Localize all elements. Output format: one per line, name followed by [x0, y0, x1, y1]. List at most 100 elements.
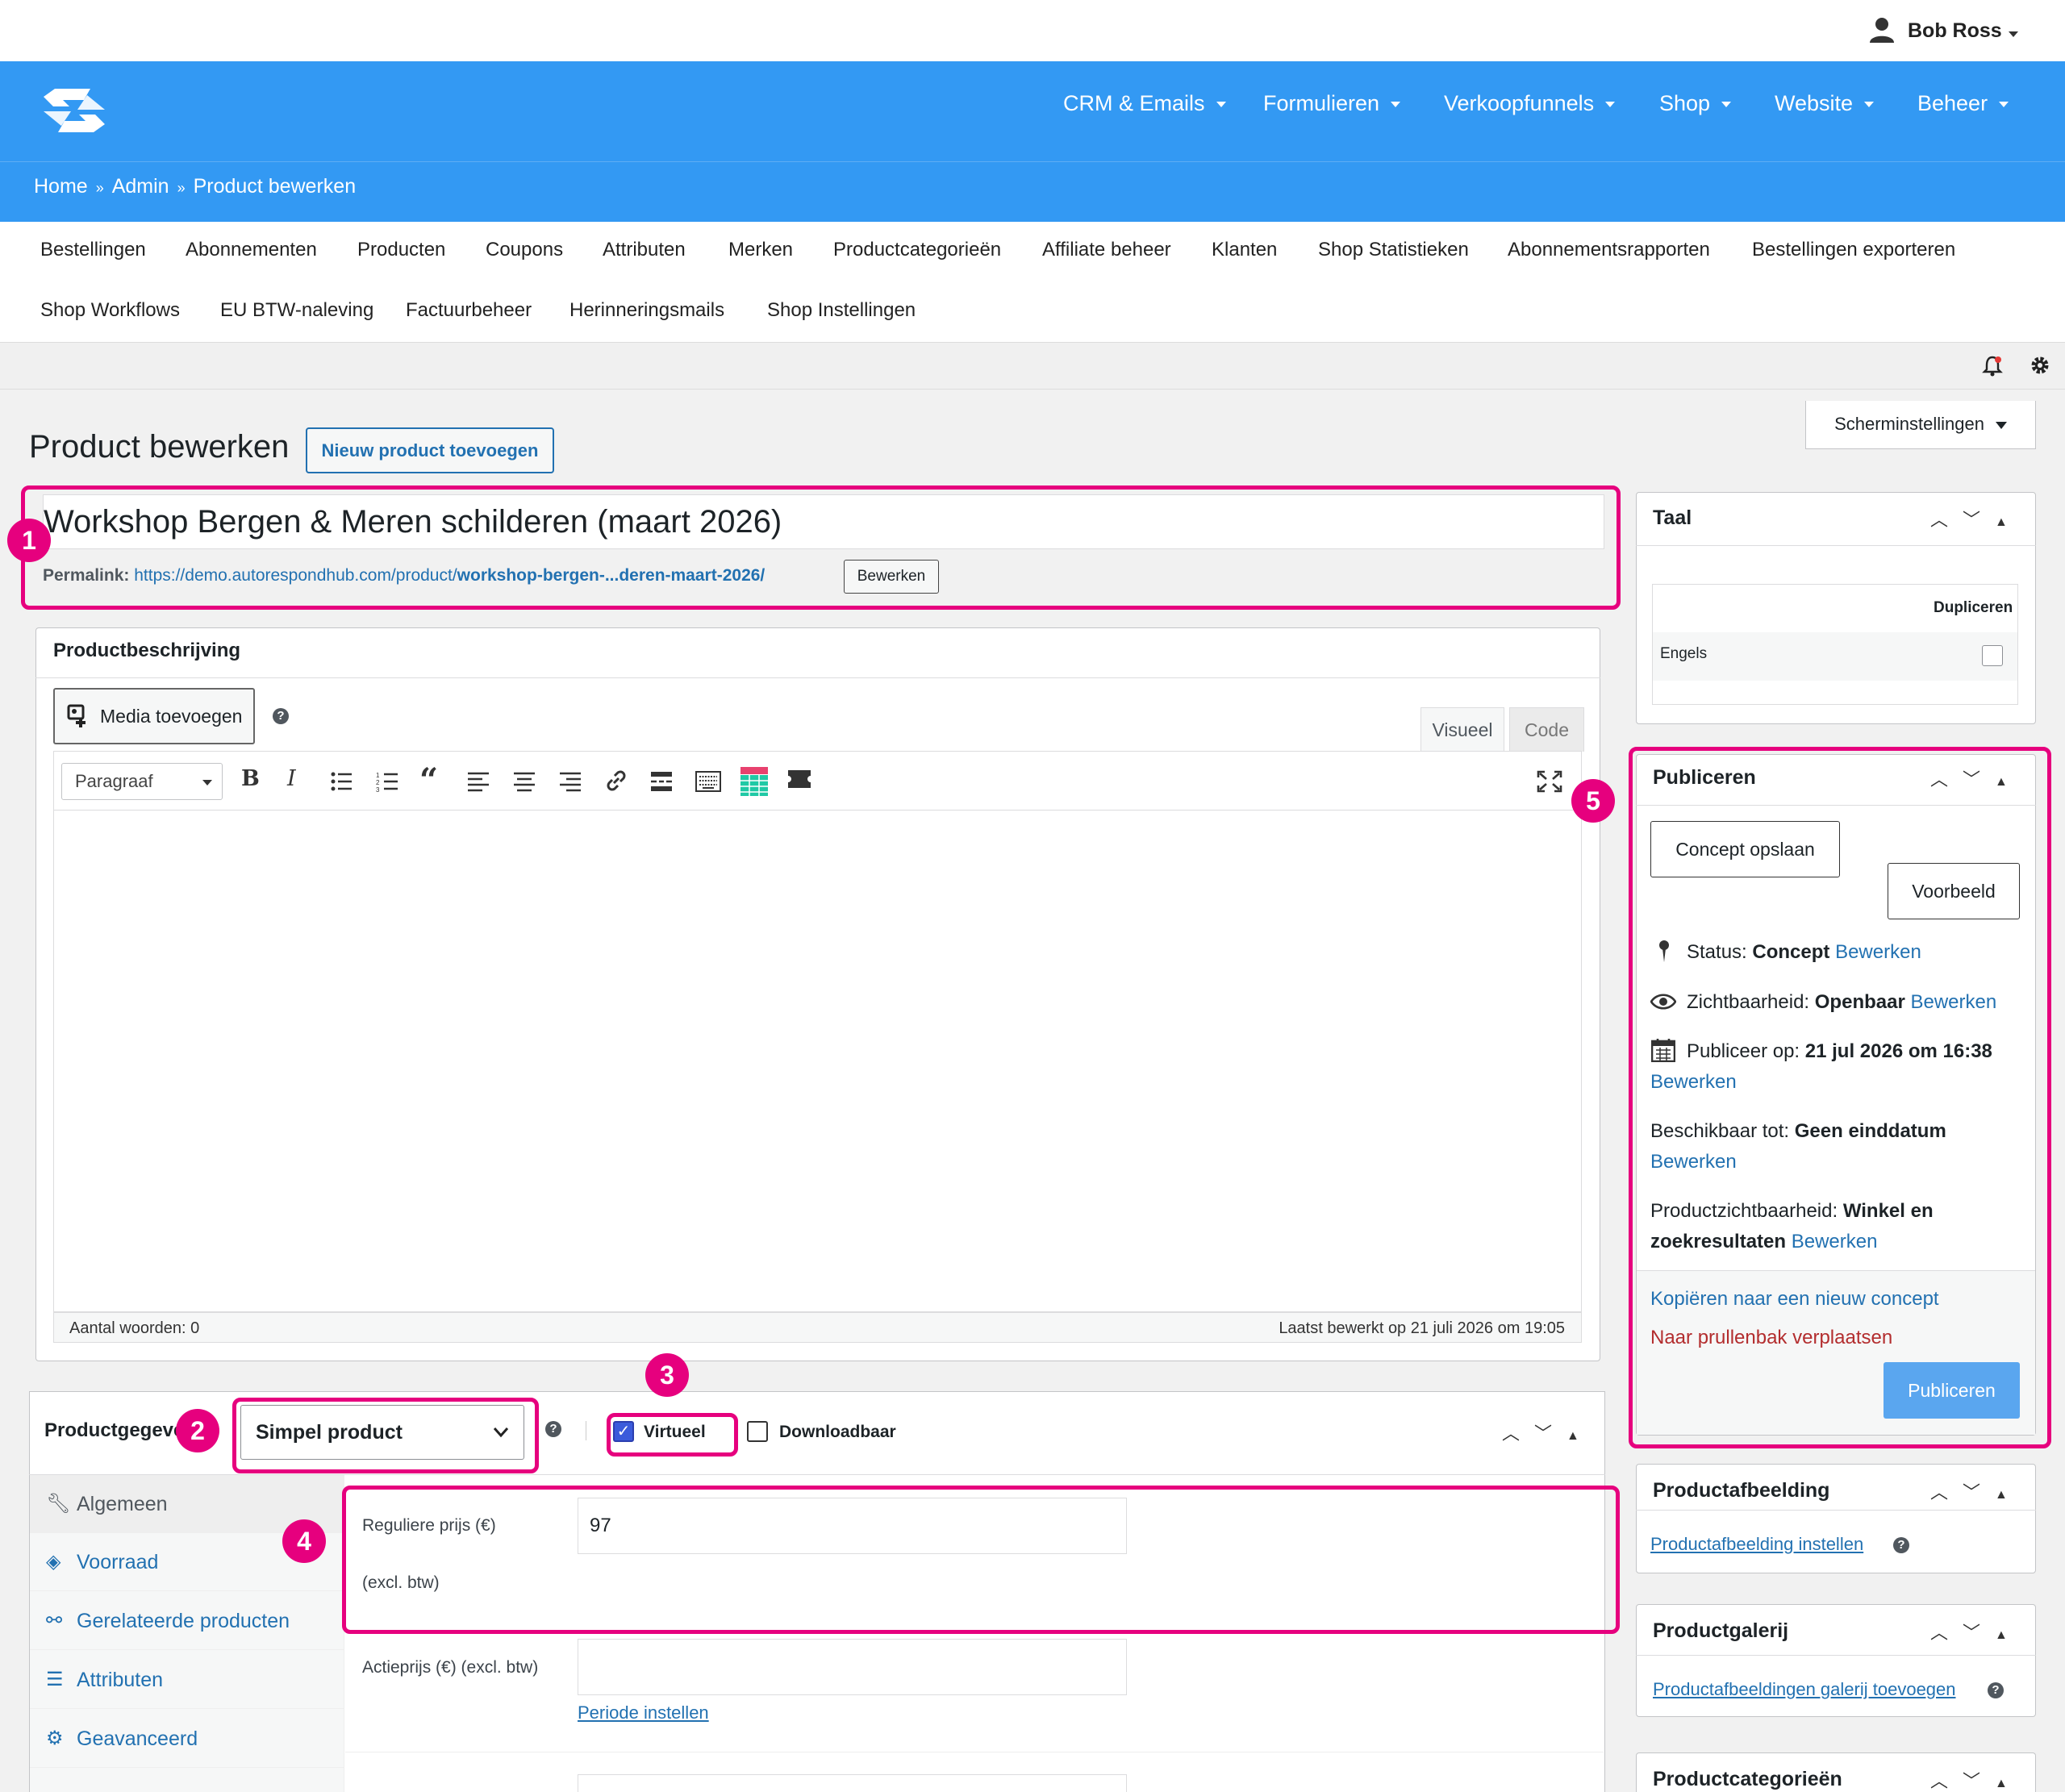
table-icon[interactable] — [740, 767, 768, 796]
move-to-trash-link[interactable]: Naar prullenbak verplaatsen — [1650, 1327, 1892, 1349]
collapse-icon[interactable]: ▲ — [1995, 1628, 2022, 1642]
product-title-input[interactable]: Workshop Bergen & Meren schilderen (maar… — [43, 494, 1604, 549]
format-select[interactable]: Paragraaf — [61, 763, 223, 800]
screen-options-button[interactable]: Scherminstellingen — [1805, 401, 2036, 449]
box-controls[interactable]: ︿﹀▲ — [1930, 1619, 2022, 1644]
status-edit-link[interactable]: Bewerken — [1835, 941, 1921, 963]
box-controls[interactable]: ︿﹀▲ — [1930, 765, 2022, 791]
move-up-icon[interactable]: ︿ — [1502, 1423, 1534, 1444]
help-icon[interactable]: ? — [273, 708, 289, 724]
shopnav-attributen[interactable]: Attributen — [603, 239, 686, 261]
bell-icon[interactable] — [1982, 355, 2003, 377]
shopnav-shop-instellingen[interactable]: Shop Instellingen — [767, 299, 916, 322]
preview-button[interactable]: Voorbeeld — [1888, 863, 2020, 919]
keyboard-icon[interactable] — [695, 771, 721, 792]
publish-date-edit-link[interactable]: Bewerken — [1650, 1071, 1737, 1094]
panel-controls[interactable]: ︿﹀▲ — [1502, 1419, 1594, 1445]
help-icon[interactable]: ? — [1988, 1682, 2004, 1698]
sale-price-input[interactable] — [578, 1639, 1127, 1695]
tab-linked-products[interactable]: ⚯ Gerelateerde producten — [30, 1592, 344, 1650]
duplicate-checkbox[interactable] — [1982, 645, 2003, 666]
regular-price-input[interactable]: 97 — [578, 1498, 1127, 1554]
shopnav-producten[interactable]: Producten — [357, 239, 445, 261]
move-down-icon[interactable]: ﹀ — [1963, 1623, 1995, 1643]
collapse-icon[interactable]: ▲ — [1995, 515, 2022, 529]
content-editor[interactable] — [53, 811, 1582, 1312]
tab-attributes[interactable]: ☰ Attributen — [30, 1651, 344, 1709]
user-menu-caret-icon[interactable] — [2009, 27, 2018, 42]
ticket-icon[interactable] — [787, 769, 811, 789]
shopnav-shop-workflows[interactable]: Shop Workflows — [40, 299, 180, 322]
shopnav-bestellingen-exporteren[interactable]: Bestellingen exporteren — [1752, 239, 1955, 261]
shopnav-herinneringsmails[interactable]: Herinneringsmails — [569, 299, 724, 322]
collapse-icon[interactable]: ▲ — [1995, 775, 2022, 789]
product-type-select[interactable]: Simpel product — [240, 1405, 524, 1460]
shopnav-factuurbeheer[interactable]: Factuurbeheer — [406, 299, 532, 322]
next-field-input[interactable] — [578, 1774, 1127, 1792]
align-center-icon[interactable] — [513, 771, 536, 792]
breadcrumb-home[interactable]: Home — [34, 175, 88, 198]
help-icon[interactable]: ? — [1893, 1537, 1909, 1553]
nav-beheer[interactable]: Beheer — [1917, 91, 2009, 116]
box-controls[interactable]: ︿﹀▲ — [1930, 1767, 2022, 1792]
move-up-icon[interactable]: ︿ — [1930, 769, 1963, 790]
move-up-icon[interactable]: ︿ — [1930, 1482, 1963, 1502]
align-right-icon[interactable] — [559, 771, 582, 792]
move-down-icon[interactable]: ﹀ — [1534, 1423, 1566, 1444]
schedule-sale-link[interactable]: Periode instellen — [578, 1702, 709, 1723]
virtual-checkbox[interactable]: ✓ — [613, 1421, 634, 1442]
shopnav-productcategorieen[interactable]: Productcategorieën — [833, 239, 1001, 261]
move-down-icon[interactable]: ﹀ — [1963, 510, 1995, 530]
bullet-list-icon[interactable] — [330, 771, 353, 792]
shopnav-affiliate-beheer[interactable]: Affiliate beheer — [1042, 239, 1171, 261]
user-name[interactable]: Bob Ross — [1908, 19, 2002, 42]
logo-icon[interactable] — [39, 84, 110, 137]
bold-icon[interactable]: B — [241, 766, 260, 791]
save-draft-button[interactable]: Concept opslaan — [1650, 821, 1840, 877]
copy-to-draft-link[interactable]: Kopiëren naar een nieuw concept — [1650, 1288, 1939, 1311]
blockquote-icon[interactable]: “ — [419, 761, 438, 799]
shopnav-klanten[interactable]: Klanten — [1212, 239, 1277, 261]
tab-advanced[interactable]: ⚙ Geavanceerd — [30, 1710, 344, 1768]
move-down-icon[interactable]: ﹀ — [1963, 1482, 1995, 1502]
numbered-list-icon[interactable]: 123 — [376, 771, 398, 792]
publish-button[interactable]: Publiceren — [1884, 1362, 2020, 1419]
move-up-icon[interactable]: ︿ — [1930, 1771, 1963, 1791]
user-icon[interactable] — [1868, 16, 1896, 44]
box-controls[interactable]: ︿﹀▲ — [1930, 506, 2022, 531]
permalink-link[interactable]: https://demo.autorespondhub.com/product/… — [134, 566, 765, 585]
tab-code[interactable]: Code — [1509, 707, 1584, 752]
visibility-edit-link[interactable]: Bewerken — [1910, 991, 1996, 1013]
shopnav-abonnementsrapporten[interactable]: Abonnementsrapporten — [1508, 239, 1710, 261]
fullscreen-icon[interactable] — [1537, 770, 1562, 793]
link-icon[interactable] — [604, 769, 628, 793]
italic-icon[interactable]: I — [287, 766, 296, 791]
shopnav-abonnementen[interactable]: Abonnementen — [186, 239, 317, 261]
collapse-icon[interactable]: ▲ — [1566, 1429, 1594, 1443]
move-up-icon[interactable]: ︿ — [1930, 1623, 1963, 1643]
collapse-icon[interactable]: ▲ — [1995, 1488, 2022, 1502]
box-controls[interactable]: ︿﹀▲ — [1930, 1478, 2022, 1504]
permalink-edit-button[interactable]: Bewerken — [844, 560, 939, 594]
collapse-icon[interactable]: ▲ — [1995, 1777, 2022, 1790]
shopnav-eu-btw-naleving[interactable]: EU BTW-naleving — [220, 299, 373, 322]
add-gallery-images-link[interactable]: Productafbeeldingen galerij toevoegen — [1653, 1679, 1956, 1700]
catalog-visibility-edit-link[interactable]: Bewerken — [1792, 1231, 1878, 1252]
help-icon[interactable]: ? — [545, 1421, 561, 1437]
nav-shop[interactable]: Shop — [1659, 91, 1732, 116]
gear-icon[interactable] — [2029, 354, 2051, 377]
move-down-icon[interactable]: ﹀ — [1963, 1771, 1995, 1791]
set-product-image-link[interactable]: Productafbeelding instellen — [1650, 1534, 1863, 1555]
move-up-icon[interactable]: ︿ — [1930, 510, 1963, 530]
align-left-icon[interactable] — [467, 771, 490, 792]
nav-crm-emails[interactable]: CRM & Emails — [1063, 91, 1226, 116]
move-down-icon[interactable]: ﹀ — [1963, 769, 1995, 790]
shopnav-shop-statistieken[interactable]: Shop Statistieken — [1318, 239, 1469, 261]
available-until-edit-link[interactable]: Bewerken — [1650, 1151, 1737, 1173]
shopnav-bestellingen[interactable]: Bestellingen — [40, 239, 146, 261]
read-more-icon[interactable] — [650, 771, 673, 792]
user-menu[interactable]: Bob Ross — [1908, 19, 2002, 43]
add-new-product-button[interactable]: Nieuw product toevoegen — [306, 427, 554, 473]
nav-formulieren[interactable]: Formulieren — [1263, 91, 1401, 116]
nav-website[interactable]: Website — [1775, 91, 1875, 116]
